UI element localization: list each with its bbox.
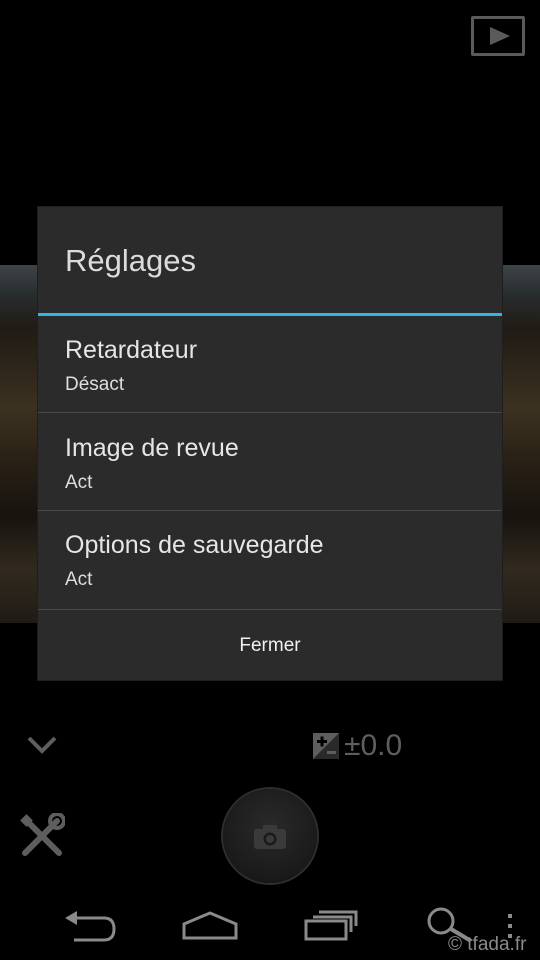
setting-label: Retardateur xyxy=(65,336,198,364)
setting-label: Options de sauvegarde xyxy=(65,531,324,559)
chevron-down-icon[interactable] xyxy=(26,732,58,761)
setting-value: Désact xyxy=(65,374,125,395)
watermark: © tfada.fr xyxy=(448,934,527,955)
back-icon[interactable] xyxy=(62,910,118,949)
recent-apps-icon[interactable] xyxy=(303,908,359,947)
setting-label: Image de revue xyxy=(65,434,239,462)
tools-icon[interactable] xyxy=(19,812,66,864)
setting-item-review-image[interactable]: Image de revue Act xyxy=(38,414,502,511)
home-icon[interactable] xyxy=(181,910,239,947)
setting-item-self-timer[interactable]: Retardateur Désact xyxy=(38,316,502,413)
exposure-value: ±0.0 xyxy=(344,729,403,762)
divider xyxy=(38,412,502,413)
camera-icon xyxy=(254,825,286,849)
exposure-icon xyxy=(313,733,339,759)
close-button[interactable]: Fermer xyxy=(38,609,502,681)
settings-dialog: Réglages Retardateur Désact Image de rev… xyxy=(38,207,502,680)
setting-item-save-options[interactable]: Options de sauvegarde Act xyxy=(38,511,502,608)
setting-value: Act xyxy=(65,472,93,493)
exposure-control[interactable]: ±0.0 xyxy=(312,729,402,763)
gallery-play-button[interactable] xyxy=(471,16,525,56)
dialog-title: Réglages xyxy=(65,243,196,278)
shutter-button[interactable] xyxy=(223,789,317,883)
setting-value: Act xyxy=(65,569,93,590)
play-icon xyxy=(490,27,510,45)
